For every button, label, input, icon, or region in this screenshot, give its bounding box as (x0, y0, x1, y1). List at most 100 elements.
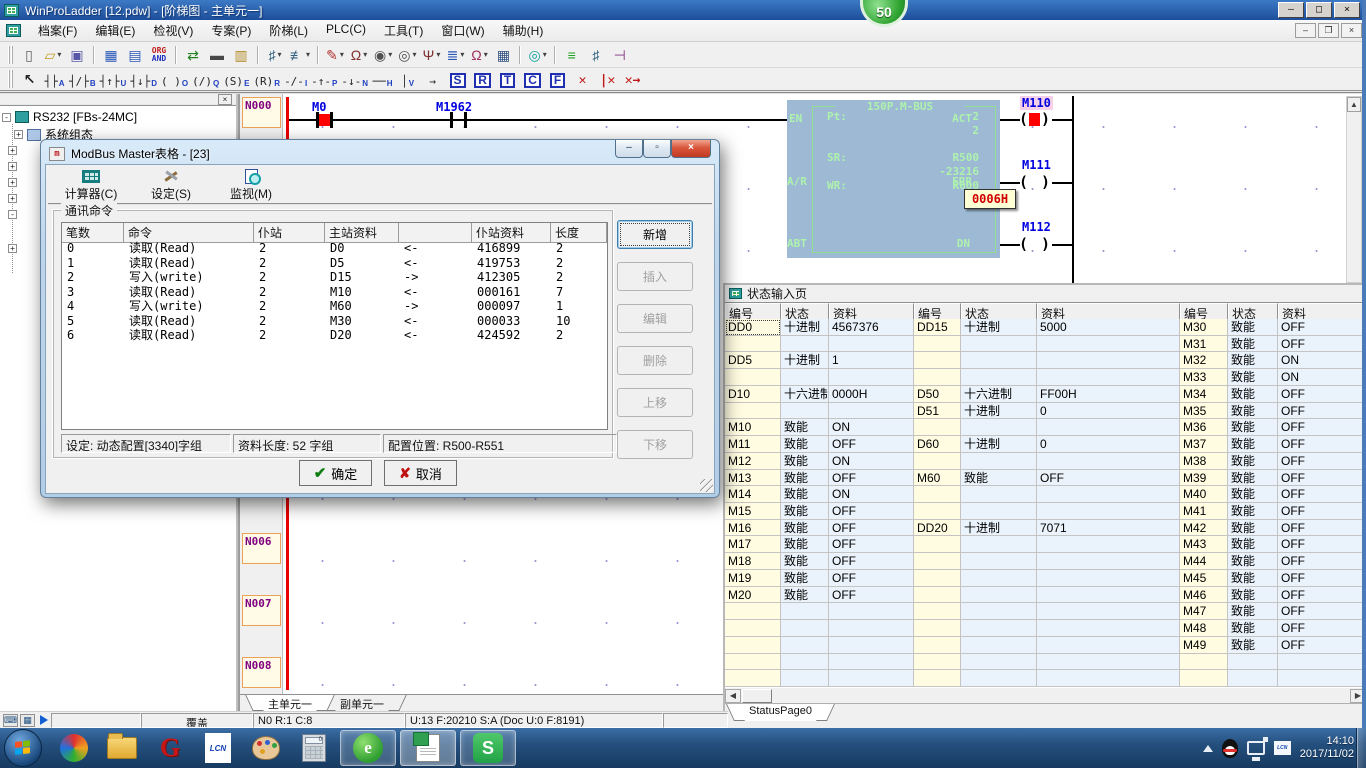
expand-icon[interactable]: + (8, 178, 17, 187)
command-cell[interactable]: D5 (325, 256, 399, 271)
taskbar-explorer-icon[interactable] (105, 731, 139, 765)
status-cell[interactable]: OFF (1278, 419, 1365, 436)
function-block-selected[interactable]: 150P.M-BUS EN A/R ABT ACT ERR DN Pt:22SR… (787, 100, 1000, 258)
invert-tool[interactable]: -/-I (282, 69, 309, 89)
status-cell[interactable]: FF00H (1037, 386, 1180, 403)
status-cell[interactable]: 致能 (1228, 536, 1278, 553)
status-cell[interactable]: 十进制 (781, 319, 829, 336)
command-cell[interactable]: D15 (325, 270, 399, 285)
status-cell[interactable]: M11 (725, 436, 781, 453)
contact-bar[interactable] (450, 112, 453, 128)
status-cell[interactable]: ON (829, 419, 914, 436)
status-cell[interactable] (725, 670, 781, 687)
status-cell[interactable]: M35 (1180, 403, 1228, 420)
command-cell[interactable]: 写入(write) (124, 299, 254, 314)
status-cell[interactable]: 0 (1037, 403, 1180, 420)
command-cell[interactable]: <- (399, 256, 472, 271)
status-cell[interactable]: 十进制 (961, 319, 1037, 336)
contact-b-tool[interactable]: ┤/├B (67, 69, 98, 89)
status-cell[interactable] (781, 637, 829, 654)
status-cell[interactable]: 致能 (1228, 620, 1278, 637)
dropdown-arrow-icon[interactable]: ▾ (57, 50, 61, 59)
status-cell[interactable]: 致能 (781, 520, 829, 537)
status-cell[interactable]: OFF (1278, 436, 1365, 453)
command-cell[interactable]: 5 (62, 314, 124, 329)
command-cell[interactable]: 读取(Read) (124, 256, 254, 271)
settings-button[interactable]: 设定(S) (134, 167, 208, 203)
status-cell[interactable]: 致能 (781, 436, 829, 453)
command-cell[interactable]: 3 (62, 285, 124, 300)
status-cell[interactable]: M39 (1180, 470, 1228, 487)
seq-s-tool[interactable]: S (445, 69, 470, 89)
status-cell[interactable] (961, 570, 1037, 587)
status-cell[interactable] (961, 336, 1037, 353)
network-label[interactable]: N007 (242, 595, 281, 626)
status-cell[interactable]: OFF (1278, 453, 1365, 470)
status-cell[interactable] (961, 587, 1037, 604)
status-cell[interactable]: OFF (829, 470, 914, 487)
status-cell[interactable]: 致能 (781, 419, 829, 436)
status-cell[interactable]: M10 (725, 419, 781, 436)
status-h-scrollbar[interactable]: ◀ ▶ (725, 687, 1366, 703)
dropdown-arrow-icon[interactable]: ▾ (306, 50, 310, 59)
pin-dn[interactable]: DN (957, 237, 970, 250)
status-cell[interactable] (914, 352, 961, 369)
dialog-maximize-button[interactable]: ▫ (643, 140, 671, 158)
status-cell[interactable]: 0000H (829, 386, 914, 403)
mdi-close-button[interactable]: × (1341, 23, 1362, 38)
status-cell[interactable] (725, 603, 781, 620)
status-cell[interactable]: 致能 (1228, 419, 1278, 436)
status-cell[interactable]: 致能 (1228, 587, 1278, 604)
status-cell[interactable]: M38 (1180, 453, 1228, 470)
command-cell[interactable]: 1 (62, 256, 124, 271)
status-cell[interactable]: OFF (1278, 620, 1365, 637)
status-cell[interactable]: M43 (1180, 536, 1228, 553)
status-cell[interactable] (961, 419, 1037, 436)
command-cell[interactable]: 2 (551, 328, 607, 343)
status-cell[interactable] (914, 620, 961, 637)
command-cell[interactable]: 1 (551, 299, 607, 314)
monitor-button[interactable]: 监视(M) (214, 167, 288, 203)
status-cell[interactable] (914, 587, 961, 604)
taskbar-s-app-button[interactable]: S (460, 730, 516, 766)
expand-icon[interactable]: + (8, 194, 17, 203)
status-cell[interactable]: 致能 (1228, 453, 1278, 470)
status-cell[interactable]: M49 (1180, 637, 1228, 654)
motor-run-icon[interactable]: ◎▾ (395, 44, 419, 66)
status-cell[interactable]: 7071 (1037, 520, 1180, 537)
function-tool[interactable]: F (545, 69, 570, 89)
status-cell[interactable] (1037, 369, 1180, 386)
status-cell[interactable]: 致能 (781, 503, 829, 520)
contact-query-icon[interactable]: ⊣ (608, 44, 632, 66)
status-cell[interactable]: M19 (725, 570, 781, 587)
command-cell[interactable]: 读取(Read) (124, 314, 254, 329)
status-cell[interactable]: 致能 (1228, 553, 1278, 570)
status-cell[interactable]: 十进制 (961, 436, 1037, 453)
status-cell[interactable]: OFF (1278, 603, 1365, 620)
menu-item[interactable]: 检视(V) (144, 19, 202, 42)
status-cell[interactable]: M30 (1180, 319, 1228, 336)
status-cell[interactable] (829, 654, 914, 671)
menu-item[interactable]: 工具(T) (375, 19, 432, 42)
status-cell[interactable]: 1 (829, 352, 914, 369)
status-cell[interactable] (914, 503, 961, 520)
command-cell[interactable]: 2 (254, 314, 325, 329)
taskbar-browser-button[interactable]: e (340, 730, 396, 766)
delete-tool[interactable]: ✕ (570, 69, 595, 89)
status-cell[interactable] (961, 369, 1037, 386)
command-cell[interactable]: <- (399, 285, 472, 300)
status-cell[interactable] (914, 486, 961, 503)
status-cell[interactable] (725, 403, 781, 420)
status-cell[interactable] (1037, 570, 1180, 587)
status-cell[interactable]: OFF (1278, 336, 1365, 353)
command-cell[interactable]: 7 (551, 285, 607, 300)
status-cell[interactable]: OFF (829, 570, 914, 587)
status-cell[interactable]: OFF (1278, 570, 1365, 587)
title-bar[interactable]: WinProLadder [12.pdw] - [阶梯图 - 主单元一] – □… (0, 0, 1366, 20)
select-cursor-tool[interactable]: ↖ (17, 69, 42, 89)
tree-close-icon[interactable]: × (218, 94, 232, 105)
network-label[interactable]: N008 (242, 657, 281, 688)
toolbar-grip[interactable] (8, 70, 13, 88)
command-cell[interactable]: 000161 (472, 285, 551, 300)
status-cell[interactable]: 致能 (1228, 637, 1278, 654)
